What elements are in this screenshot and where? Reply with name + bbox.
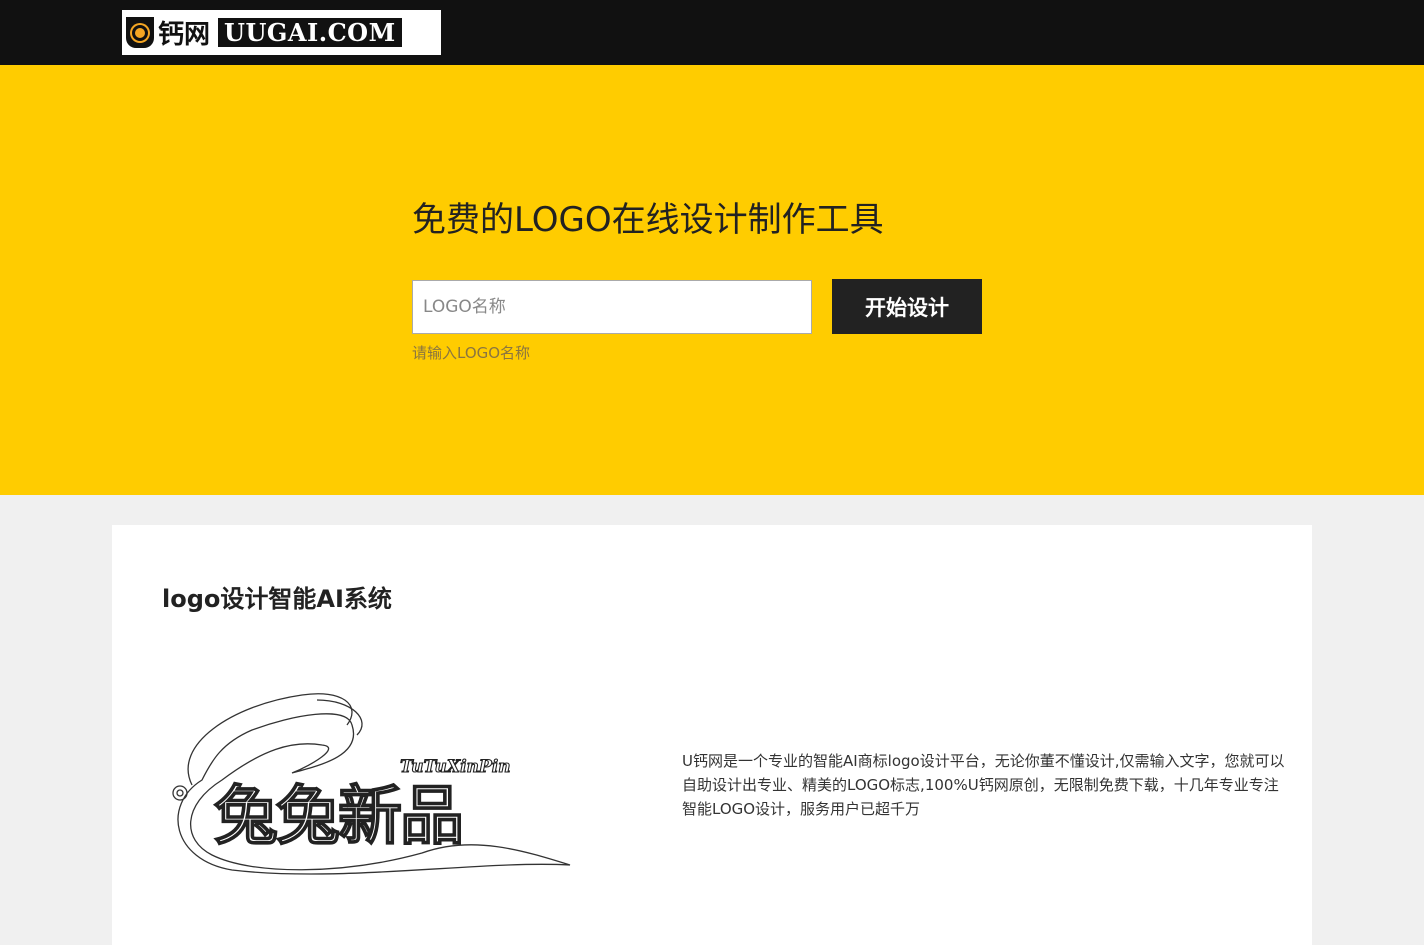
logo-name-input[interactable] — [412, 280, 812, 334]
hero-section: 免费的LOGO在线设计制作工具 开始设计 请输入LOGO名称 — [0, 65, 1424, 495]
logo-cn-text: 钙网 — [158, 20, 211, 50]
start-design-button[interactable]: 开始设计 — [832, 279, 982, 334]
top-bar: 钙网 UUGAI.COM — [0, 0, 1424, 65]
section-title: logo设计智能AI系统 — [162, 585, 392, 613]
intro-description: U钙网是一个专业的智能AI商标logo设计平台，无论你董不懂设计,仅需输入文字，… — [682, 752, 1285, 818]
logo-en-text: UUGAI.COM — [218, 18, 402, 47]
intro-card: logo设计智能AI系统 TuTuXinPin 兔兔新品 U钙网是一个专业的智能… — [112, 525, 1312, 945]
input-hint: 请输入LOGO名称 — [412, 344, 531, 362]
sample-logo-cn: 兔兔新品 — [214, 780, 462, 854]
sample-logo-en: TuTuXinPin — [400, 757, 511, 777]
hero-title: 免费的LOGO在线设计制作工具 — [412, 200, 884, 240]
u-gear-icon — [126, 17, 154, 48]
sample-logo-image: TuTuXinPin 兔兔新品 — [172, 693, 571, 875]
site-logo[interactable]: 钙网 UUGAI.COM — [122, 10, 441, 55]
